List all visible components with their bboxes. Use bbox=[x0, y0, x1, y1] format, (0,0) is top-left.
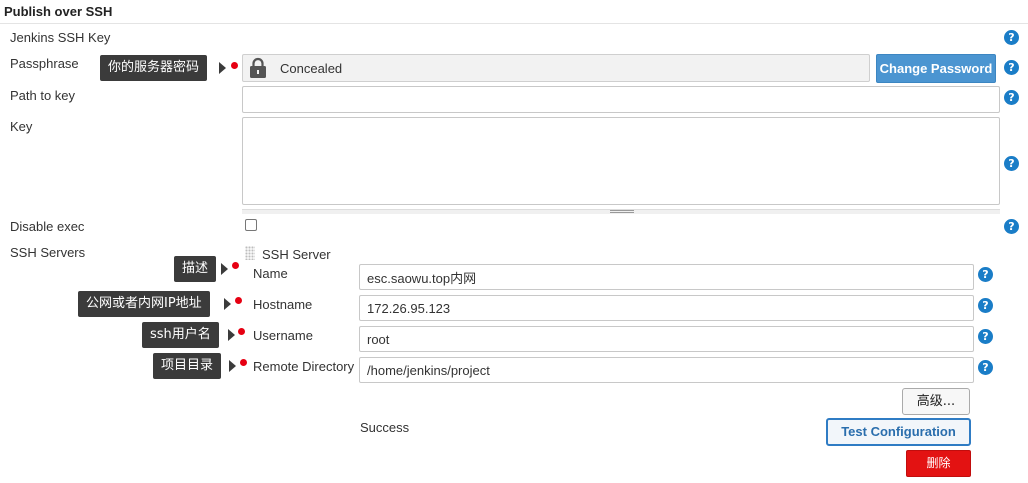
section-title: Publish over SSH bbox=[4, 4, 113, 19]
hostname-input[interactable] bbox=[359, 295, 974, 321]
disable-exec-checkbox[interactable] bbox=[245, 219, 257, 231]
ssh-server-heading: SSH Server bbox=[262, 247, 331, 262]
annotation-username: ssh用户名 bbox=[142, 322, 219, 348]
annotation-dot bbox=[232, 262, 239, 269]
key-label: Key bbox=[10, 119, 33, 134]
hostname-label: Hostname bbox=[253, 297, 313, 312]
disable-exec-label: Disable exec bbox=[10, 219, 85, 234]
passphrase-value: Concealed bbox=[280, 61, 343, 76]
help-icon[interactable]: ? bbox=[978, 298, 993, 313]
help-icon[interactable]: ? bbox=[1004, 30, 1019, 45]
path-to-key-label: Path to key bbox=[10, 88, 76, 103]
help-icon[interactable]: ? bbox=[978, 267, 993, 282]
username-label: Username bbox=[253, 328, 313, 343]
path-to-key-input[interactable] bbox=[242, 86, 1000, 113]
annotation-remote-directory: 项目目录 bbox=[153, 353, 222, 379]
server-name-input[interactable] bbox=[359, 264, 974, 290]
annotation-arrow bbox=[219, 62, 226, 74]
username-input[interactable] bbox=[359, 326, 974, 352]
annotation-dot bbox=[235, 297, 242, 304]
annotation-dot bbox=[240, 359, 247, 366]
annotation-dot bbox=[238, 328, 245, 335]
help-icon[interactable]: ? bbox=[978, 329, 993, 344]
remote-directory-label: Remote Directory bbox=[253, 359, 355, 374]
help-icon[interactable]: ? bbox=[1004, 60, 1019, 75]
annotation-dot bbox=[231, 62, 238, 69]
help-icon[interactable]: ? bbox=[1004, 156, 1019, 171]
annotation-passphrase: 你的服务器密码 bbox=[100, 55, 208, 81]
annotation-name: 描述 bbox=[174, 256, 217, 282]
test-configuration-button[interactable]: Test Configuration bbox=[826, 418, 971, 446]
jenkins-ssh-key-label: Jenkins SSH Key bbox=[10, 30, 111, 45]
section-divider bbox=[0, 23, 1028, 24]
ssh-servers-label: SSH Servers bbox=[10, 245, 86, 260]
lock-icon bbox=[250, 57, 266, 78]
test-status-text: Success bbox=[360, 420, 410, 435]
drag-handle-icon[interactable] bbox=[245, 246, 255, 260]
advanced-button[interactable]: 高级... bbox=[902, 388, 970, 415]
annotation-arrow bbox=[224, 298, 231, 310]
help-icon[interactable]: ? bbox=[978, 360, 993, 375]
resize-grip-icon[interactable] bbox=[610, 210, 634, 213]
annotation-arrow bbox=[221, 263, 228, 275]
annotation-arrow bbox=[228, 329, 235, 341]
annotation-hostname: 公网或者内网IP地址 bbox=[78, 291, 210, 317]
key-textarea[interactable] bbox=[242, 117, 1000, 205]
help-icon[interactable]: ? bbox=[1004, 90, 1019, 105]
server-name-label: Name bbox=[253, 266, 288, 281]
annotation-arrow bbox=[229, 360, 236, 372]
help-icon[interactable]: ? bbox=[1004, 219, 1019, 234]
delete-button[interactable]: 删除 bbox=[906, 450, 971, 477]
remote-directory-input[interactable] bbox=[359, 357, 974, 383]
passphrase-label: Passphrase bbox=[10, 56, 79, 71]
change-password-button[interactable]: Change Password bbox=[876, 54, 996, 83]
